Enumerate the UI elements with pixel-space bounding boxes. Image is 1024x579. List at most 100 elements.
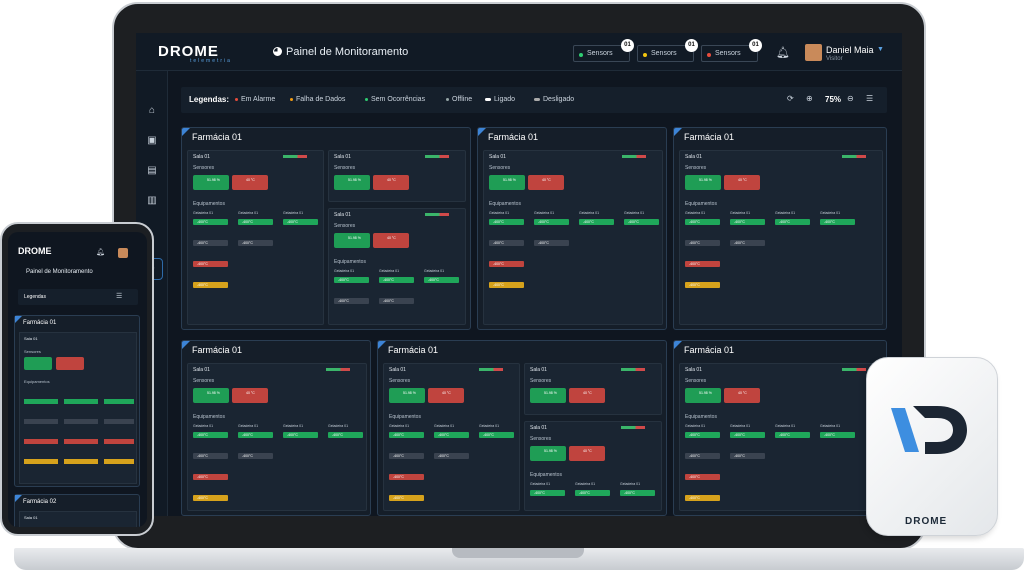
equipment-pill[interactable]: -400°C	[820, 432, 855, 438]
card-farmacia[interactable]: Farmácia 01 Sala 01 Sensores 51.98 % 40 °…	[181, 127, 471, 330]
building-icon[interactable]: ▣	[145, 134, 159, 148]
equipment-pill[interactable]: -400°C	[534, 240, 569, 246]
sala-panel[interactable]: Sala 01 Sensores 51.98 % 40 °C Equipament…	[187, 150, 324, 325]
equipment-pill	[64, 419, 98, 424]
equipment-pill[interactable]: -400°C	[238, 219, 273, 225]
equipment-pill[interactable]: -400°C	[389, 453, 424, 459]
equipment-pill[interactable]: -400°C	[379, 277, 414, 283]
phone-card-farmacia-01[interactable]: Farmácia 01 Sala 01 Sensores Equipamento…	[14, 315, 140, 487]
card-farmacia[interactable]: Farmácia 01 Sala 01 Sensores 51.98 % 40 °…	[181, 340, 371, 516]
sala-panel[interactable]: Sala 01 Sensores 51.98 % 40 °C Equipament…	[524, 421, 662, 511]
phone-card-farmacia-02[interactable]: Farmácia 02 Sala 01	[14, 494, 140, 527]
equipment-pill[interactable]: -400°C	[820, 219, 855, 225]
settings-sliders-icon[interactable]: ☰	[116, 292, 122, 300]
equipment-pill[interactable]: -400°C	[579, 219, 614, 225]
refresh-icon[interactable]: ⟳	[787, 94, 794, 103]
equipment-pill[interactable]: -400°C	[193, 453, 228, 459]
equipment-pill[interactable]: -400°C	[238, 432, 273, 438]
sala-panel[interactable]: Sala 01 Sensores 51.98 % 40 °C	[328, 150, 466, 202]
section-label: Sensores	[530, 378, 552, 384]
top-bar: DROME telemetria Painel de Monitoramento…	[136, 33, 902, 71]
equipment-pill[interactable]: -400°C	[389, 432, 424, 438]
temperature-chip: 40 °C	[428, 388, 464, 403]
zoom-in-icon[interactable]: ⊕	[806, 94, 813, 103]
sala-panel[interactable]: Sala 01 Sensores 51.98 % 40 °C Equipament…	[383, 363, 520, 511]
user-name[interactable]: Daniel Maia	[826, 45, 874, 55]
card-farmacia[interactable]: Farmácia 01 Sala 01 Sensores 51.98 % 40 °…	[377, 340, 667, 516]
equipment-pill[interactable]: -400°C	[730, 432, 765, 438]
equipment-pill[interactable]: -400°C	[328, 432, 363, 438]
equipment-pill[interactable]: -400°C	[685, 432, 720, 438]
equipment-pill[interactable]: -400°C	[685, 282, 720, 288]
equipment-pill[interactable]: -400°C	[193, 432, 228, 438]
equipment-pill[interactable]: -400°C	[685, 261, 720, 267]
equipment-pill[interactable]: -400°C	[685, 240, 720, 246]
card-farmacia[interactable]: Farmácia 01 Sala 01 Sensores 51.98 % 40 °…	[477, 127, 667, 330]
card-farmacia[interactable]: Farmácia 01 Sala 01 Sensores 51.98 % 40 °…	[673, 340, 887, 516]
equipment-pill[interactable]: -400°C	[730, 240, 765, 246]
legend-no-occurrences: Sem Ocorrências	[365, 96, 425, 103]
equipment-pill[interactable]: -400°C	[238, 453, 273, 459]
home-icon[interactable]: ⌂	[145, 104, 159, 118]
sala-panel[interactable]: Sala 01 Sensores 51.98 % 40 °C Equipament…	[679, 150, 883, 325]
equipment-pill[interactable]: -400°C	[479, 432, 514, 438]
sala-label: Sala 01	[193, 154, 210, 160]
phone-logo[interactable]: DROME	[18, 246, 52, 256]
equipment-pill[interactable]: -400°C	[238, 240, 273, 246]
bell-icon[interactable]: 🔔︎	[776, 46, 790, 59]
equipment-pill[interactable]: -400°C	[334, 298, 369, 304]
equipment-pill[interactable]: -400°C	[193, 261, 228, 267]
equipment-pill[interactable]: -400°C	[389, 495, 424, 501]
sala-panel[interactable]: Sala 01 Sensores 51.98 % 40 °C	[524, 363, 662, 415]
sala-panel[interactable]: Sala 01 Sensores 51.98 % 40 °C Equipament…	[328, 208, 466, 325]
equipment-pill[interactable]: -400°C	[624, 219, 659, 225]
chevron-down-icon[interactable]: ▼	[877, 46, 884, 53]
equipment-pill[interactable]: -400°C	[534, 219, 569, 225]
equipment-pill[interactable]: -400°C	[193, 282, 228, 288]
equipment-pill[interactable]: -400°C	[193, 219, 228, 225]
equipment-pill[interactable]: -400°C	[434, 453, 469, 459]
card-title: Farmácia 01	[192, 132, 243, 142]
equipment-pill[interactable]: -400°C	[283, 219, 318, 225]
equipment-pill[interactable]: -400°C	[379, 298, 414, 304]
equipment-pill[interactable]: -400°C	[334, 277, 369, 283]
settings-sliders-icon[interactable]: ☰	[866, 94, 873, 103]
avatar[interactable]	[805, 44, 822, 61]
equipment-pill[interactable]: -400°C	[775, 432, 810, 438]
sensor-badge-yellow[interactable]: Sensors 01	[637, 39, 698, 62]
equipment-pill[interactable]: -400°C	[193, 495, 228, 501]
sensor-badge-red[interactable]: Sensors 01	[701, 39, 762, 62]
equipment-pill[interactable]: -400°C	[434, 432, 469, 438]
sala-panel[interactable]: Sala 01 Sensores 51.98 % 40 °C Equipament…	[679, 363, 883, 511]
phone-legend-bar[interactable]: Legendas ☰	[18, 289, 138, 305]
equipment-pill[interactable]: -400°C	[424, 277, 459, 283]
equipment-pill[interactable]: -400°C	[730, 453, 765, 459]
sala-panel[interactable]: Sala 01 Sensores 51.98 % 40 °C Equipament…	[187, 363, 367, 511]
zoom-out-icon[interactable]: ⊖	[847, 94, 854, 103]
document-icon[interactable]: ▤	[145, 164, 159, 178]
sensor-badge-green[interactable]: Sensors 01	[573, 39, 634, 62]
equipment-pill[interactable]: -400°C	[489, 261, 524, 267]
equipment-pill[interactable]: -400°C	[489, 240, 524, 246]
card-farmacia[interactable]: Farmácia 01 Sala 01 Sensores 51.98 % 40 °…	[673, 127, 887, 330]
equipment-pill[interactable]: -400°C	[685, 495, 720, 501]
equipment-pill	[64, 399, 98, 404]
equipment-pill[interactable]: -400°C	[389, 474, 424, 480]
equipment-pill[interactable]: -400°C	[489, 282, 524, 288]
equipment-pill[interactable]: -400°C	[730, 219, 765, 225]
equipment-pill[interactable]: -400°C	[685, 474, 720, 480]
equipment-pill[interactable]: -400°C	[489, 219, 524, 225]
equipment-pill[interactable]: -400°C	[685, 453, 720, 459]
bell-icon[interactable]: 🔔︎	[96, 248, 105, 256]
equipment-pill[interactable]: -400°C	[193, 240, 228, 246]
avatar[interactable]	[118, 248, 128, 258]
equipment-pill[interactable]: -400°C	[283, 432, 318, 438]
equipment-pill[interactable]: -400°C	[193, 474, 228, 480]
sala-panel[interactable]: Sala 01 Sensores 51.98 % 40 °C Equipament…	[483, 150, 663, 325]
equipment-pill[interactable]: -400°C	[575, 490, 610, 496]
equipment-pill[interactable]: -400°C	[620, 490, 655, 496]
equipment-pill[interactable]: -400°C	[685, 219, 720, 225]
equipment-pill[interactable]: -400°C	[775, 219, 810, 225]
bar-chart-icon[interactable]: ▥	[145, 194, 159, 208]
equipment-pill[interactable]: -400°C	[530, 490, 565, 496]
